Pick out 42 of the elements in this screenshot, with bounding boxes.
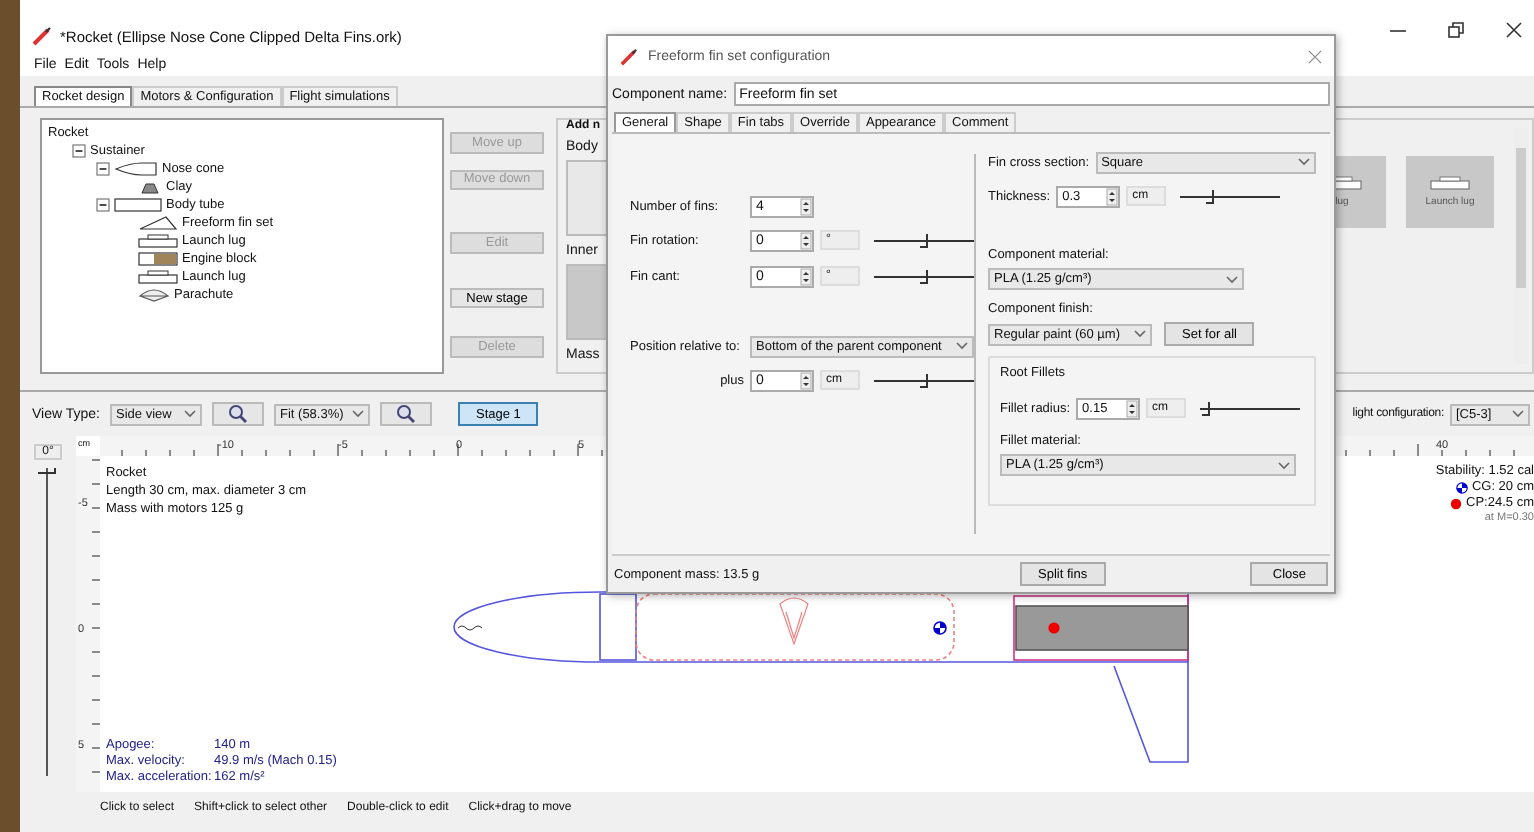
chevron-down-icon: [1134, 330, 1146, 338]
slider[interactable]: [1180, 187, 1281, 205]
engine-block-icon: [138, 252, 178, 266]
restore-icon[interactable]: [1448, 22, 1464, 38]
collapse-icon[interactable]: [96, 198, 110, 212]
chevron-down-icon: [184, 410, 196, 418]
cg-marker-icon: [1455, 481, 1468, 493]
cp-marker-icon: [1450, 497, 1463, 509]
spinner-icon[interactable]: [800, 197, 812, 215]
app-logo-icon: [32, 26, 52, 46]
close-icon[interactable]: [1506, 22, 1522, 38]
spinner-icon[interactable]: [1126, 399, 1139, 417]
lug-icon: [138, 234, 178, 248]
magnifier-icon: [396, 404, 416, 424]
collapse-icon[interactable]: [96, 162, 110, 176]
slider[interactable]: [874, 371, 974, 389]
chevron-down-icon: [1278, 461, 1290, 469]
spinner-icon[interactable]: [800, 231, 812, 249]
lug-icon: [138, 270, 178, 284]
chevron-down-icon: [352, 410, 364, 418]
rotation-slider[interactable]: [38, 468, 58, 776]
nose-cone-icon: [114, 162, 158, 176]
slider[interactable]: [1200, 399, 1301, 417]
chevron-down-icon: [1512, 410, 1524, 418]
tube-icon: [114, 198, 162, 212]
slider[interactable]: [874, 231, 974, 249]
chevron-down-icon: [1297, 158, 1310, 166]
spinner-icon[interactable]: [800, 371, 812, 389]
zoom-in-button[interactable]: [212, 402, 264, 426]
slider[interactable]: [874, 267, 974, 285]
app-logo-icon: [620, 47, 638, 65]
lug-icon: [1430, 176, 1470, 190]
spinner-icon[interactable]: [800, 267, 812, 285]
weight-icon: [138, 180, 162, 194]
magnifier-icon: [228, 404, 248, 424]
zoom-out-button[interactable]: [380, 402, 432, 426]
fin-icon: [138, 216, 178, 230]
chevron-down-icon: [956, 342, 968, 350]
parachute-icon: [138, 288, 170, 302]
spinner-icon[interactable]: [1106, 187, 1119, 205]
collapse-icon[interactable]: [72, 144, 86, 158]
chevron-down-icon: [1226, 275, 1238, 283]
